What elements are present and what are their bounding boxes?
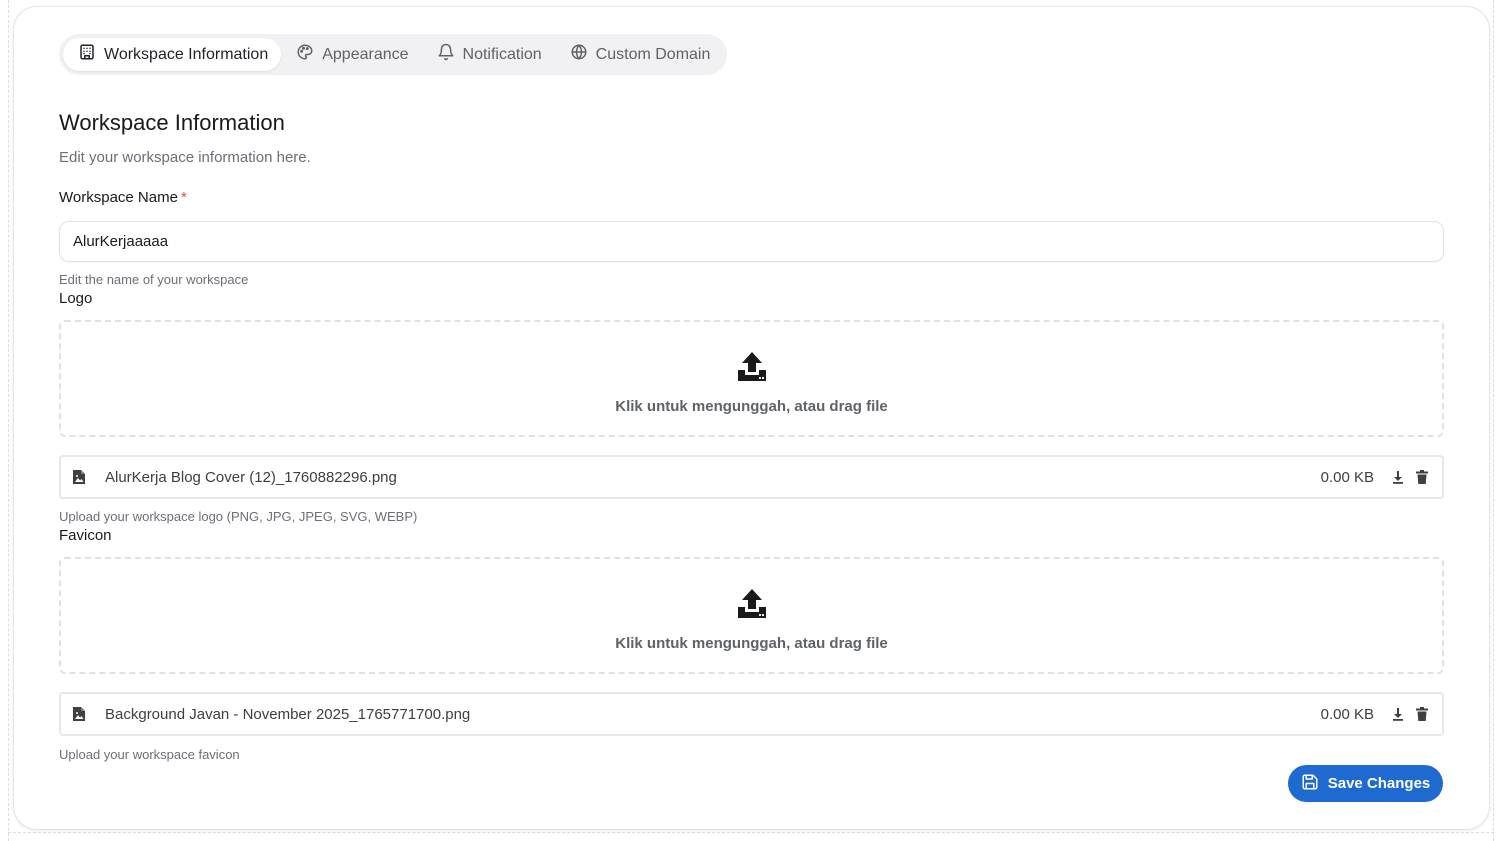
page-guide-left <box>8 0 9 841</box>
bell-icon <box>437 43 455 66</box>
section-title: Workspace Information <box>59 110 285 135</box>
favicon-file-size: 0.00 KB <box>1320 705 1374 723</box>
workspace-name-helper: Edit the name of your workspace <box>59 272 249 287</box>
building-icon <box>78 43 96 66</box>
favicon-dropzone-text: Klik untuk mengunggah, atau drag file <box>615 635 888 652</box>
download-icon[interactable] <box>1388 704 1408 724</box>
settings-tabs: Workspace Information Appearance Notific… <box>59 34 728 75</box>
favicon-file-name: Background Javan - November 2025_1765771… <box>105 705 471 723</box>
tab-workspace-information[interactable]: Workspace Information <box>63 38 282 71</box>
logo-file-name: AlurKerja Blog Cover (12)_1760882296.png <box>105 468 397 486</box>
image-file-icon <box>71 706 87 722</box>
page-guide-bottom <box>8 832 1494 833</box>
trash-icon[interactable] <box>1412 704 1432 724</box>
tab-notification[interactable]: Notification <box>422 38 555 71</box>
favicon-label: Favicon <box>59 527 112 544</box>
workspace-name-label-text: Workspace Name <box>59 189 178 206</box>
palette-icon <box>296 43 314 66</box>
image-file-icon <box>71 469 87 485</box>
logo-dropzone[interactable]: Klik untuk mengunggah, atau drag file <box>59 320 1444 437</box>
upload-icon <box>735 579 769 626</box>
settings-card: Workspace Information Appearance Notific… <box>13 6 1490 830</box>
download-icon[interactable] <box>1388 467 1408 487</box>
required-mark: * <box>180 189 187 206</box>
logo-file-row: AlurKerja Blog Cover (12)_1760882296.png… <box>59 455 1444 499</box>
save-changes-label: Save Changes <box>1327 775 1431 792</box>
logo-helper: Upload your workspace logo (PNG, JPG, JP… <box>59 509 418 524</box>
workspace-name-input[interactable] <box>59 221 1444 262</box>
logo-dropzone-text: Klik untuk mengunggah, atau drag file <box>615 398 888 415</box>
tab-label: Custom Domain <box>595 45 711 63</box>
page-guide-right <box>1493 0 1494 841</box>
section-subtitle: Edit your workspace information here. <box>59 149 311 166</box>
tab-appearance[interactable]: Appearance <box>281 38 421 71</box>
tab-custom-domain[interactable]: Custom Domain <box>555 38 724 71</box>
logo-label: Logo <box>59 290 93 307</box>
favicon-file-row: Background Javan - November 2025_1765771… <box>59 692 1444 736</box>
workspace-name-label: Workspace Name * <box>59 189 187 206</box>
tab-label: Workspace Information <box>104 45 269 63</box>
upload-icon <box>735 342 769 389</box>
save-icon <box>1301 773 1319 795</box>
favicon-helper: Upload your workspace favicon <box>59 747 240 762</box>
trash-icon[interactable] <box>1412 467 1432 487</box>
save-changes-button[interactable]: Save Changes <box>1288 765 1443 802</box>
logo-file-size: 0.00 KB <box>1320 468 1374 486</box>
favicon-dropzone[interactable]: Klik untuk mengunggah, atau drag file <box>59 557 1444 674</box>
tab-label: Appearance <box>322 45 409 63</box>
globe-icon <box>570 43 588 66</box>
tab-label: Notification <box>462 45 542 63</box>
